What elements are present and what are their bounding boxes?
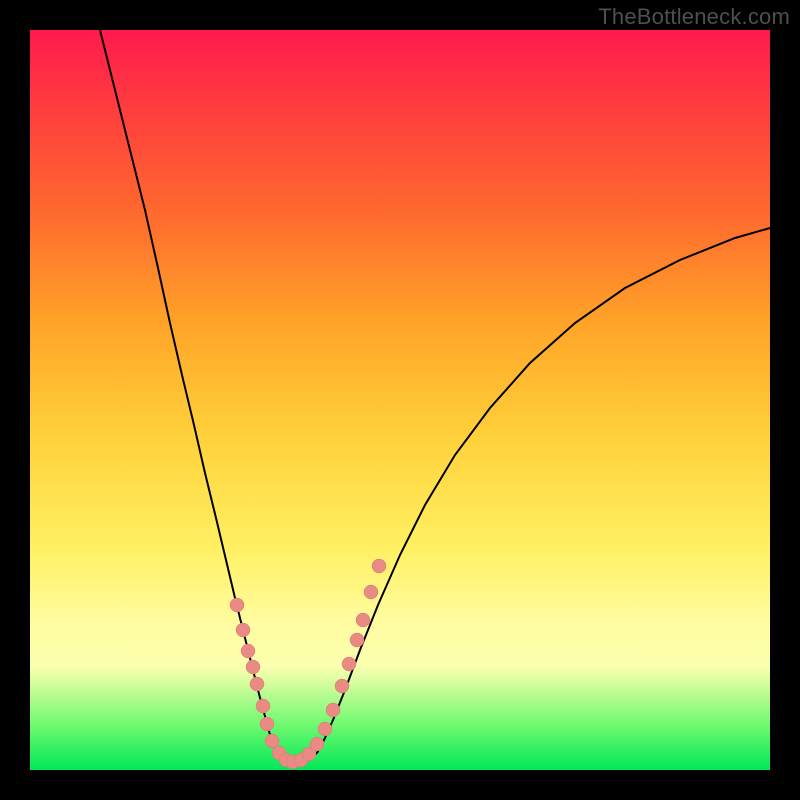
sample-point [246,660,260,674]
sample-point [250,677,264,691]
sample-point [310,737,324,751]
sample-point [241,644,255,658]
sample-point [335,679,349,693]
chart-svg [30,30,770,770]
outer-frame: TheBottleneck.com [0,0,800,800]
sample-point [256,699,270,713]
sample-point [350,633,364,647]
curve-right-branch [317,228,770,753]
plot-area [30,30,770,770]
sample-point-markers [230,559,386,769]
watermark-text: TheBottleneck.com [598,4,790,30]
sample-point [326,703,340,717]
sample-point [342,657,356,671]
sample-point [318,722,332,736]
sample-point [265,734,279,748]
sample-point [260,717,274,731]
sample-point [364,585,378,599]
sample-point [372,559,386,573]
sample-point [356,613,370,627]
sample-point [230,598,244,612]
sample-point [236,623,250,637]
